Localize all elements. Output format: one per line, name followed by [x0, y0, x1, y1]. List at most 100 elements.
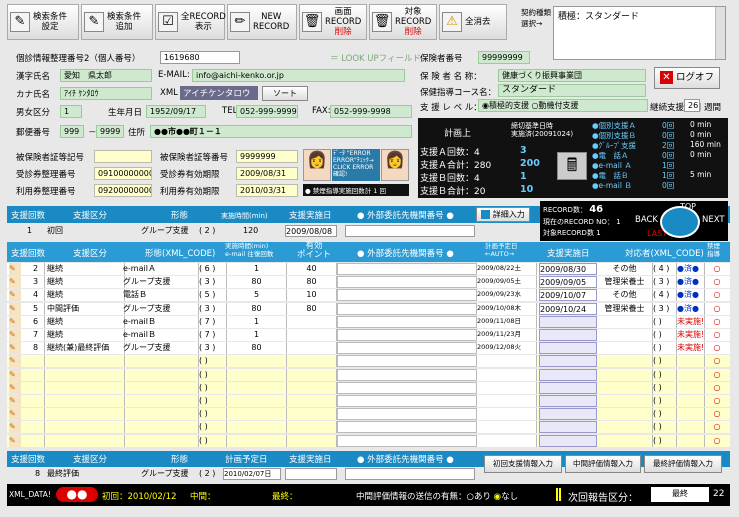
scrollbar[interactable]: [715, 7, 725, 59]
delete-screen-record-button[interactable]: 🗑 画面 RECORD 削除: [299, 4, 367, 40]
nav-dpad-icon[interactable]: [660, 206, 700, 238]
cell-date[interactable]: [539, 355, 597, 368]
middle-eval-input-button[interactable]: 中間評価情報入力: [565, 455, 641, 473]
edit-icon[interactable]: ✎: [9, 368, 21, 381]
exam-ticket-field[interactable]: 09100000000: [94, 167, 152, 180]
course-field[interactable]: スタンダード: [498, 84, 646, 97]
cell-agency[interactable]: [337, 368, 477, 381]
cell-who[interactable]: [597, 408, 653, 421]
smoking-radio[interactable]: ○: [707, 289, 727, 301]
cell-who[interactable]: [597, 434, 653, 447]
cell-date[interactable]: 2009/09/05: [539, 276, 597, 289]
email-field[interactable]: info@aichi-kenko.or.jp: [192, 69, 405, 82]
edit-icon[interactable]: ✎: [9, 421, 21, 434]
cell-who[interactable]: [597, 381, 653, 394]
smoking-radio[interactable]: ○: [707, 382, 727, 394]
edit-icon[interactable]: ✎: [9, 381, 21, 394]
error-check-button[interactable]: ﾃﾞｰﾀ "ERROR ERROR"ﾁｪｯｸ→ CLICK ERROR確認!: [332, 149, 380, 181]
edit-icon[interactable]: ✎: [9, 315, 21, 328]
cell-agency[interactable]: [337, 408, 477, 421]
tel-field[interactable]: 052-999-9999: [236, 105, 298, 118]
cell-date[interactable]: 2009/10/24: [539, 302, 597, 315]
postcode2-field[interactable]: 9999: [96, 125, 124, 138]
new-record-button[interactable]: ✏ NEW RECORD: [227, 4, 297, 40]
cell-date[interactable]: [539, 368, 597, 381]
first-agency-field[interactable]: [345, 225, 475, 237]
smoking-radio[interactable]: ○: [707, 303, 727, 315]
first-date-field[interactable]: 2009/08/08: [285, 225, 337, 237]
address-field[interactable]: ●●市●●町１－１: [150, 125, 412, 138]
birth-field[interactable]: 1952/09/17: [146, 105, 206, 118]
cell-date[interactable]: 2009/10/07: [539, 289, 597, 302]
send-no-radio[interactable]: ◉: [494, 492, 501, 502]
smoking-radio[interactable]: ○: [707, 329, 727, 341]
smoking-radio[interactable]: ○: [707, 435, 727, 447]
kanji-name-field[interactable]: 愛知 県太郎: [60, 69, 152, 82]
card-no-field[interactable]: 1619680: [160, 51, 240, 64]
insurer-name-field[interactable]: 健康づくり振興事業団: [498, 69, 646, 82]
level-radio-motive[interactable]: ○: [532, 101, 539, 110]
smoking-radio[interactable]: ○: [707, 395, 727, 407]
smoking-radio[interactable]: ○: [707, 342, 727, 354]
cell-agency[interactable]: [337, 276, 477, 289]
cell-who[interactable]: [597, 342, 653, 355]
exam-expiry-field[interactable]: 2009/08/31: [236, 167, 298, 180]
cell-who[interactable]: [597, 395, 653, 407]
cell-date[interactable]: [539, 381, 597, 394]
cell-who[interactable]: [597, 368, 653, 381]
edit-icon[interactable]: ✎: [9, 289, 21, 302]
cell-who[interactable]: [597, 355, 653, 368]
smoking-radio[interactable]: ○: [707, 408, 727, 420]
final-eval-input-button[interactable]: 最終評価情報入力: [644, 455, 722, 473]
use-expiry-field[interactable]: 2010/03/31: [236, 184, 298, 197]
cell-date[interactable]: [539, 421, 597, 434]
first-support-input-button[interactable]: 初回支援情報入力: [484, 455, 562, 473]
smoking-radio[interactable]: ○: [707, 355, 727, 367]
detail-input-button[interactable]: 詳細入力: [476, 207, 530, 222]
cell-agency[interactable]: [337, 395, 477, 407]
search-settings-button[interactable]: ✎ 検索条件 設定: [7, 4, 79, 40]
cell-date[interactable]: [539, 315, 597, 328]
nav-back-button[interactable]: BACK: [635, 215, 658, 225]
cell-agency[interactable]: [337, 421, 477, 434]
smoking-radio[interactable]: ○: [707, 276, 727, 288]
clear-all-button[interactable]: ⚠ 全消去: [439, 4, 507, 40]
cell-date[interactable]: [539, 395, 597, 407]
sort-button[interactable]: ソート: [262, 86, 308, 101]
cell-date[interactable]: [539, 408, 597, 421]
edit-icon[interactable]: ✎: [9, 276, 21, 289]
cell-who[interactable]: その他: [597, 289, 653, 302]
final-agency-field[interactable]: [345, 468, 475, 480]
cell-who[interactable]: [597, 329, 653, 341]
edit-icon[interactable]: ✎: [9, 302, 21, 315]
postcode1-field[interactable]: 999: [60, 125, 84, 138]
send-yes-radio[interactable]: ○: [467, 492, 474, 502]
level-radio-active[interactable]: ◉: [482, 101, 489, 110]
edit-icon[interactable]: ✎: [9, 434, 21, 447]
smoking-radio[interactable]: ○: [707, 263, 727, 275]
cell-date[interactable]: 2009/08/30: [539, 263, 597, 275]
cell-who[interactable]: その他: [597, 263, 653, 275]
insured-symbol-field[interactable]: [94, 150, 152, 163]
cell-who[interactable]: [597, 421, 653, 434]
cell-agency[interactable]: [337, 302, 477, 315]
insurer-no-field[interactable]: 99999999: [478, 51, 530, 64]
insured-no-field[interactable]: 9999999: [236, 150, 298, 163]
delete-target-record-button[interactable]: 🗑 対象 RECORD 削除: [369, 4, 437, 40]
edit-icon[interactable]: ✎: [9, 395, 21, 407]
cell-agency[interactable]: [337, 315, 477, 328]
cell-date[interactable]: [539, 329, 597, 341]
smoking-radio[interactable]: ○: [707, 369, 727, 381]
cell-agency[interactable]: [337, 342, 477, 355]
final-date-field[interactable]: [285, 468, 337, 480]
cell-date[interactable]: [539, 434, 597, 447]
level-radio-group[interactable]: ◉積極的支援 ○動機付支援: [478, 99, 648, 112]
cell-agency[interactable]: [337, 434, 477, 447]
edit-icon[interactable]: ✎: [9, 355, 21, 368]
smoking-radio[interactable]: ○: [707, 421, 727, 433]
search-add-button[interactable]: ✎ 検索条件 追加: [81, 4, 153, 40]
use-ticket-field[interactable]: 09200000000: [94, 184, 152, 197]
cell-agency[interactable]: [337, 355, 477, 368]
edit-icon[interactable]: ✎: [9, 342, 21, 355]
fax-field[interactable]: 052-999-9998: [330, 105, 412, 118]
